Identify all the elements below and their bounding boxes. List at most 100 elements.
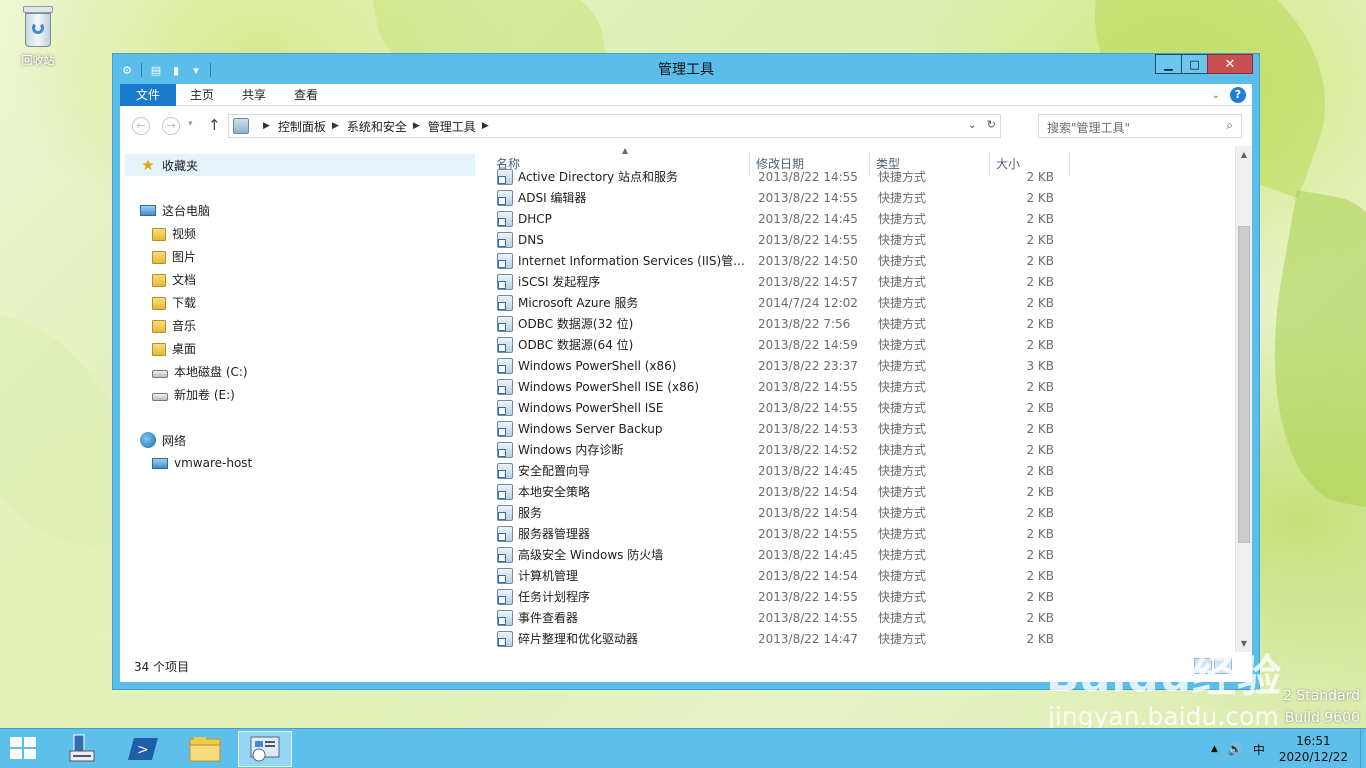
file-row[interactable]: Windows PowerShell ISE (x86) 2013/8/22 14… <box>490 376 1090 397</box>
start-button[interactable] <box>10 737 38 761</box>
file-row[interactable]: Windows PowerShell (x86) 2013/8/22 23:37 快… <box>490 355 1090 376</box>
ime-indicator[interactable]: 中 <box>1253 741 1265 758</box>
tab-view[interactable]: 查看 <box>280 84 332 106</box>
file-name: Active Directory 站点和服务 <box>518 170 679 184</box>
file-name: 服务器管理器 <box>518 527 591 541</box>
back-button[interactable]: ← <box>132 117 150 135</box>
nav-desktop[interactable]: 桌面 <box>152 338 196 358</box>
breadcrumb-system-security[interactable]: 系统和安全 ▶ <box>347 118 428 135</box>
breadcrumb-admin-tools[interactable]: 管理工具 ▶ <box>428 118 497 135</box>
nav-downloads[interactable]: 下载 <box>152 292 196 312</box>
tab-share[interactable]: 共享 <box>228 84 280 106</box>
shortcut-icon <box>497 609 513 626</box>
nav-music[interactable]: 音乐 <box>152 315 196 335</box>
drive-icon <box>152 369 168 378</box>
nav-documents[interactable]: 文档 <box>152 269 196 289</box>
server-manager-taskbar-icon[interactable] <box>54 731 108 767</box>
file-row[interactable]: 碎片整理和优化驱动器 2013/8/22 14:47 快捷方式 2 KB <box>490 628 1090 649</box>
nav-favorites[interactable]: ★ 收藏夹 <box>125 154 475 176</box>
breadcrumb-control-panel[interactable]: 控制面板 ▶ <box>278 118 347 135</box>
file-name: Windows PowerShell (x86) <box>518 358 677 373</box>
volume-icon[interactable]: 🔊 <box>1228 742 1243 756</box>
file-name: Windows Server Backup <box>518 421 663 436</box>
file-size: 2 KB <box>1026 568 1054 583</box>
file-row[interactable]: 事件查看器 2013/8/22 14:55 快捷方式 2 KB <box>490 607 1090 628</box>
file-row[interactable]: iSCSI 发起程序 2013/8/22 14:57 快捷方式 2 KB <box>490 271 1090 292</box>
file-modified: 2013/8/22 14:55 <box>758 379 858 394</box>
file-explorer-taskbar-icon[interactable] <box>178 731 232 767</box>
nav-vmware-host[interactable]: vmware-host <box>152 453 252 473</box>
file-modified: 2013/8/22 14:45 <box>758 211 858 226</box>
address-bar[interactable]: ▶ 控制面板 ▶ 系统和安全 ▶ 管理工具 ▶ ⌄ ↻ <box>228 114 1001 138</box>
shortcut-icon <box>497 588 513 605</box>
wallpaper-leaf <box>1245 190 1366 510</box>
file-row[interactable]: 服务器管理器 2013/8/22 14:55 快捷方式 2 KB <box>490 523 1090 544</box>
nav-this-pc[interactable]: 这台电脑 <box>140 200 210 220</box>
show-hidden-icons-icon[interactable]: ▲ <box>1211 744 1218 754</box>
vertical-scrollbar[interactable]: ▲ ▼ <box>1235 146 1252 652</box>
file-row[interactable]: Active Directory 站点和服务 2013/8/22 14:55 快捷方… <box>490 166 1090 187</box>
refresh-icon[interactable]: ↻ <box>987 118 996 131</box>
file-type: 快捷方式 <box>878 632 927 646</box>
control-panel-icon <box>233 118 249 134</box>
title-bar[interactable]: ⚙ ▤ ▮ ▾ 管理工具 ▁ □ ✕ <box>113 54 1259 84</box>
nav-pictures[interactable]: 图片 <box>152 246 196 266</box>
svg-text:>: > <box>137 742 149 758</box>
nav-network[interactable]: 网络 <box>140 430 186 450</box>
file-row[interactable]: ODBC 数据源(32 位) 2013/8/22 7:56 快捷方式 2 KB <box>490 313 1090 334</box>
breadcrumb-separator-icon[interactable]: ▶ <box>263 121 270 131</box>
help-icon[interactable]: ? <box>1230 87 1246 103</box>
file-type: 快捷方式 <box>878 569 927 583</box>
file-row[interactable]: 服务 2013/8/22 14:54 快捷方式 2 KB <box>490 502 1090 523</box>
scroll-up-button[interactable]: ▲ <box>1236 146 1252 163</box>
show-desktop-button[interactable] <box>1360 729 1366 768</box>
up-button[interactable]: ↑ <box>208 116 221 134</box>
minimize-button[interactable]: ▁ <box>1155 54 1182 74</box>
file-row[interactable]: DNS 2013/8/22 14:55 快捷方式 2 KB <box>490 229 1090 250</box>
file-row[interactable]: 任务计划程序 2013/8/22 14:55 快捷方式 2 KB <box>490 586 1090 607</box>
file-row[interactable]: DHCP 2013/8/22 14:45 快捷方式 2 KB <box>490 208 1090 229</box>
clock[interactable]: 16:51 2020/12/22 <box>1279 733 1348 765</box>
address-dropdown-icon[interactable]: ⌄ <box>968 118 977 131</box>
file-modified: 2013/8/22 14:55 <box>758 400 858 415</box>
tab-file[interactable]: 文件 <box>120 83 176 106</box>
file-row[interactable]: Windows 内存诊断 2013/8/22 14:52 快捷方式 2 KB <box>490 439 1090 460</box>
forward-button[interactable]: → <box>162 117 180 135</box>
recent-locations-icon[interactable]: ▾ <box>188 119 193 129</box>
expand-ribbon-icon[interactable]: ⌄ <box>1212 90 1220 101</box>
file-row[interactable]: Windows Server Backup 2013/8/22 14:53 快捷方式… <box>490 418 1090 439</box>
file-row[interactable]: 安全配置向导 2013/8/22 14:45 快捷方式 2 KB <box>490 460 1090 481</box>
shortcut-icon <box>497 420 513 437</box>
nav-local-disk-c[interactable]: 本地磁盘 (C:) <box>152 361 248 381</box>
file-size: 2 KB <box>1026 589 1054 604</box>
maximize-button[interactable]: □ <box>1181 54 1208 74</box>
file-row[interactable]: Windows PowerShell ISE 2013/8/22 14:55 快捷方… <box>490 397 1090 418</box>
shortcut-icon <box>497 315 513 332</box>
nav-videos[interactable]: 视频 <box>152 223 196 243</box>
file-type: 快捷方式 <box>878 401 927 415</box>
control-panel-taskbar-icon[interactable] <box>238 731 292 767</box>
file-type: 快捷方式 <box>878 296 927 310</box>
file-name: ADSI 编辑器 <box>518 191 587 205</box>
scroll-thumb[interactable] <box>1238 226 1250 543</box>
file-row[interactable]: ADSI 编辑器 2013/8/22 14:55 快捷方式 2 KB <box>490 187 1090 208</box>
file-row[interactable]: Microsoft Azure 服务 2014/7/24 12:02 快捷方式 2 K… <box>490 292 1090 313</box>
file-row[interactable]: Internet Information Services (IIS)管... 2… <box>490 250 1090 271</box>
search-input[interactable]: 搜索"管理工具" ⌕ <box>1038 114 1242 138</box>
file-type: 快捷方式 <box>878 191 927 205</box>
nav-volume-e[interactable]: 新加卷 (E:) <box>152 384 235 404</box>
file-row[interactable]: 本地安全策略 2013/8/22 14:54 快捷方式 2 KB <box>490 481 1090 502</box>
ribbon-tabs: 文件 主页 共享 查看 ⌄ ? <box>120 83 1252 106</box>
file-row[interactable]: 高级安全 Windows 防火墙 2013/8/22 14:45 快捷方式 2 KB <box>490 544 1090 565</box>
file-modified: 2013/8/22 14:52 <box>758 442 858 457</box>
file-size: 2 KB <box>1026 421 1054 436</box>
powershell-taskbar-icon[interactable]: > <box>116 731 170 767</box>
close-button[interactable]: ✕ <box>1207 54 1253 74</box>
file-row[interactable]: 计算机管理 2013/8/22 14:54 快捷方式 2 KB <box>490 565 1090 586</box>
file-name: DHCP <box>518 211 552 226</box>
tab-home[interactable]: 主页 <box>176 84 228 106</box>
file-size: 2 KB <box>1026 337 1054 352</box>
file-row[interactable]: ODBC 数据源(64 位) 2013/8/22 14:59 快捷方式 2 KB <box>490 334 1090 355</box>
recycle-bin-desktop-icon[interactable]: 回收站 <box>10 6 66 68</box>
file-modified: 2013/8/22 7:56 <box>758 316 851 331</box>
